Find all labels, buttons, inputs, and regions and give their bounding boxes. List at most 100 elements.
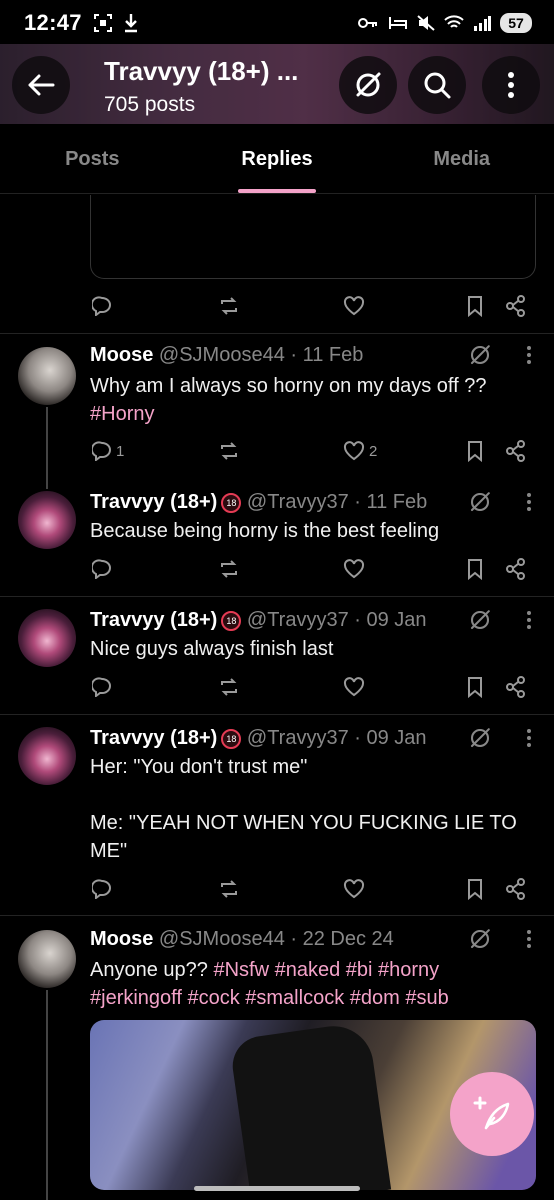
adult-badge-icon: 18 bbox=[221, 729, 242, 749]
home-indicator[interactable] bbox=[194, 1186, 360, 1191]
post-body: Her: "You don't trust me" Me: "YEAH NOT … bbox=[90, 753, 530, 865]
like-icon bbox=[343, 559, 365, 579]
repost-button[interactable] bbox=[218, 296, 240, 316]
unfollow-icon[interactable] bbox=[468, 490, 492, 514]
tab-replies[interactable]: Replies bbox=[185, 124, 370, 193]
avatar[interactable] bbox=[18, 347, 76, 405]
author-name[interactable]: Travvyy (18+) bbox=[90, 609, 217, 631]
share-icon bbox=[506, 558, 525, 580]
more-icon[interactable] bbox=[526, 345, 532, 365]
post-body: Anyone up?? #Nsfw #naked #bi #horny #jer… bbox=[90, 956, 530, 1012]
share-button[interactable] bbox=[506, 440, 526, 462]
search-icon bbox=[424, 72, 451, 99]
share-icon bbox=[506, 295, 525, 317]
repost-icon bbox=[221, 442, 237, 460]
reply-button[interactable] bbox=[92, 879, 112, 899]
repost-button[interactable] bbox=[218, 441, 240, 461]
post-body: Why am I always so horny on my days off … bbox=[90, 372, 530, 428]
profile-title: Travvyy (18+) ... bbox=[104, 56, 299, 86]
unfollow-icon[interactable] bbox=[468, 343, 492, 367]
thread-line bbox=[46, 990, 48, 1200]
post-actions: 1 2 bbox=[0, 424, 554, 478]
reply-icon bbox=[92, 296, 111, 316]
bookmark-icon bbox=[468, 441, 482, 462]
bookmark-button[interactable] bbox=[466, 440, 484, 462]
adult-badge-icon: 18 bbox=[221, 493, 242, 513]
reply-button[interactable] bbox=[92, 296, 112, 316]
post-text: Why am I always so horny on my days off … bbox=[90, 375, 487, 397]
reply-button[interactable] bbox=[92, 677, 112, 697]
hashtag[interactable]: #Nsfw #naked #bi #horny bbox=[213, 959, 439, 981]
share-icon bbox=[506, 878, 525, 900]
author-name[interactable]: Moose bbox=[90, 928, 153, 950]
more-button[interactable] bbox=[482, 56, 540, 114]
divider bbox=[0, 915, 554, 916]
reply-button[interactable] bbox=[92, 559, 112, 579]
unfollow-icon[interactable] bbox=[468, 608, 492, 632]
author-name[interactable]: Moose bbox=[90, 344, 153, 366]
post-actions bbox=[0, 862, 554, 916]
bookmark-button[interactable] bbox=[466, 295, 484, 317]
unfollow-icon bbox=[356, 72, 381, 97]
compose-button[interactable] bbox=[450, 1072, 534, 1156]
repost-button[interactable] bbox=[218, 879, 240, 899]
tab-media[interactable]: Media bbox=[369, 124, 554, 193]
like-button[interactable] bbox=[343, 677, 365, 697]
reply-count: 1 bbox=[116, 442, 125, 460]
share-button[interactable] bbox=[506, 558, 526, 580]
post-actions bbox=[0, 542, 554, 596]
bookmark-button[interactable] bbox=[466, 878, 484, 900]
repost-button[interactable] bbox=[218, 559, 240, 579]
author-handle: @Travyy37 · 11 Feb bbox=[246, 491, 428, 513]
search-button[interactable] bbox=[408, 56, 466, 114]
tab-posts[interactable]: Posts bbox=[0, 124, 185, 193]
share-icon bbox=[506, 676, 525, 698]
more-icon[interactable] bbox=[526, 929, 532, 949]
like-button[interactable]: 2 bbox=[343, 441, 377, 461]
share-button[interactable] bbox=[506, 295, 526, 317]
reply-icon bbox=[92, 441, 111, 461]
bookmark-icon bbox=[468, 879, 482, 900]
media-embed[interactable] bbox=[90, 195, 536, 279]
signal-icon bbox=[474, 16, 491, 31]
unfollow-icon[interactable] bbox=[468, 927, 492, 951]
battery-indicator: 57 bbox=[500, 13, 532, 33]
key-icon bbox=[358, 18, 377, 28]
profile-header: Travvyy (18+) ... 705 posts bbox=[0, 44, 554, 124]
post-text: Her: "You don't trust me" bbox=[90, 756, 308, 778]
like-icon bbox=[343, 296, 365, 316]
unfollow-icon[interactable] bbox=[468, 726, 492, 750]
like-button[interactable] bbox=[343, 559, 365, 579]
back-button[interactable] bbox=[12, 56, 70, 114]
author-name[interactable]: Travvyy (18+) bbox=[90, 491, 217, 513]
reply-button[interactable]: 1 bbox=[92, 441, 124, 461]
repost-button[interactable] bbox=[218, 677, 240, 697]
share-button[interactable] bbox=[506, 878, 526, 900]
hashtag[interactable]: #Horny bbox=[90, 403, 154, 425]
avatar[interactable] bbox=[18, 930, 76, 988]
bookmark-button[interactable] bbox=[466, 558, 484, 580]
like-button[interactable] bbox=[343, 879, 365, 899]
avatar[interactable] bbox=[18, 609, 76, 667]
more-icon[interactable] bbox=[526, 610, 532, 630]
avatar[interactable] bbox=[18, 491, 76, 549]
more-icon[interactable] bbox=[526, 492, 532, 512]
screenshot-icon bbox=[93, 14, 112, 32]
unfollow-button[interactable] bbox=[339, 56, 397, 114]
reply-icon bbox=[92, 559, 111, 579]
author-name[interactable]: Travvyy (18+) bbox=[90, 727, 217, 749]
avatar[interactable] bbox=[18, 727, 76, 785]
more-icon[interactable] bbox=[526, 728, 532, 748]
mute-icon bbox=[417, 15, 435, 31]
author-handle: @Travyy37 · 09 Jan bbox=[246, 727, 427, 749]
hashtag[interactable]: #jerkingoff #cock #smallcock #dom #sub bbox=[90, 987, 449, 1009]
divider bbox=[0, 714, 554, 715]
share-button[interactable] bbox=[506, 676, 526, 698]
compose-icon bbox=[473, 1096, 510, 1130]
author-handle: @Travyy37 · 09 Jan bbox=[246, 609, 427, 631]
divider bbox=[0, 333, 554, 334]
download-icon bbox=[124, 14, 137, 33]
wifi-icon bbox=[444, 15, 464, 28]
bookmark-button[interactable] bbox=[466, 676, 484, 698]
like-button[interactable] bbox=[343, 296, 365, 316]
